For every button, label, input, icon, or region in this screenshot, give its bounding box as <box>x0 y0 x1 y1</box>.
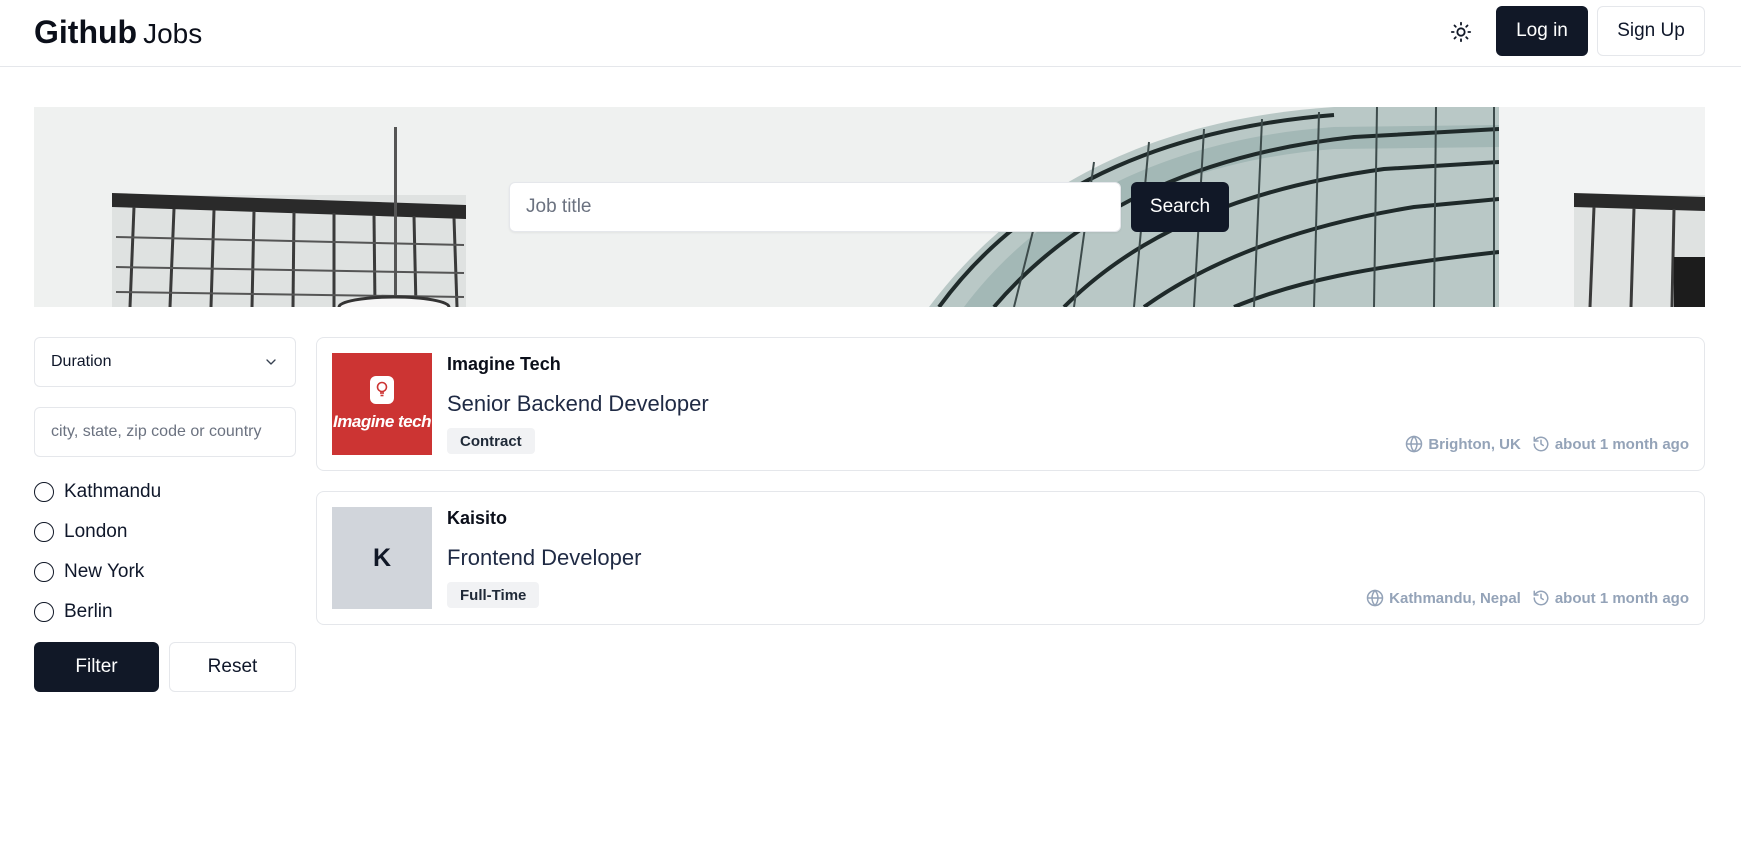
radio-button[interactable] <box>34 562 54 582</box>
job-posted-text: about 1 month ago <box>1554 589 1689 607</box>
job-type-badge: Contract <box>447 428 535 454</box>
site-logo[interactable]: Github Jobs <box>34 14 202 52</box>
location-input[interactable] <box>34 407 296 457</box>
company-name: Kaisito <box>447 508 508 528</box>
radio-button[interactable] <box>34 602 54 622</box>
lightbulb-icon <box>370 376 394 404</box>
duration-select[interactable]: Duration <box>34 337 296 387</box>
location-option-berlin[interactable]: Berlin <box>34 599 113 625</box>
job-card[interactable]: Imagine tech Imagine Tech Senior Backend… <box>316 337 1705 471</box>
location-option-label: Kathmandu <box>64 481 162 502</box>
login-button[interactable]: Log in <box>1496 6 1588 56</box>
search-button[interactable]: Search <box>1131 182 1229 232</box>
reset-button[interactable]: Reset <box>169 642 296 692</box>
filter-button[interactable]: Filter <box>34 642 159 692</box>
job-meta: Kathmandu, Nepal about 1 month ago <box>1366 589 1689 607</box>
history-icon <box>1533 436 1549 452</box>
company-name: Imagine Tech <box>447 354 561 374</box>
chevron-down-icon <box>266 359 276 365</box>
location-option-new-york[interactable]: New York <box>34 559 144 585</box>
location-option-label: New York <box>64 561 145 582</box>
radio-button[interactable] <box>34 482 54 502</box>
globe-icon <box>1406 435 1423 453</box>
history-icon <box>1533 590 1549 606</box>
job-card[interactable]: K Kaisito Frontend Developer Full-Time K… <box>316 491 1705 625</box>
location-option-kathmandu[interactable]: Kathmandu <box>34 479 161 505</box>
job-title[interactable]: Senior Backend Developer <box>447 391 709 417</box>
sun-icon <box>1450 21 1472 43</box>
job-posted: about 1 month ago <box>1532 589 1689 607</box>
job-title[interactable]: Frontend Developer <box>447 545 641 571</box>
location-option-london[interactable]: London <box>34 519 127 545</box>
signup-button[interactable]: Sign Up <box>1597 6 1705 56</box>
logo-bold-text: Github <box>34 14 138 50</box>
logo-light-text: Jobs <box>143 18 203 49</box>
location-option-label: Berlin <box>64 601 113 622</box>
radio-button[interactable] <box>34 522 54 542</box>
job-title-search-input[interactable] <box>509 182 1121 232</box>
globe-icon <box>1366 589 1384 607</box>
job-location: Kathmandu, Nepal <box>1366 589 1521 607</box>
job-posted: about 1 month ago <box>1532 435 1689 453</box>
company-logo-wordmark: Imagine tech <box>333 412 431 431</box>
job-location: Brighton, UK <box>1405 435 1521 453</box>
job-posted-text: about 1 month ago <box>1554 435 1689 453</box>
job-location-text: Kathmandu, Nepal <box>1389 589 1521 607</box>
job-meta: Brighton, UK about 1 month ago <box>1405 435 1689 453</box>
duration-select-value: Duration <box>51 353 112 370</box>
job-type-badge: Full-Time <box>447 582 540 608</box>
theme-toggle-button[interactable] <box>1448 16 1474 48</box>
right-building-illustration <box>1574 193 1705 307</box>
company-logo: K <box>332 507 432 609</box>
job-location-text: Brighton, UK <box>1428 435 1521 453</box>
location-option-label: London <box>64 521 128 542</box>
company-logo: Imagine tech <box>332 353 432 455</box>
top-nav: Github Jobs Log in Sign Up <box>0 0 1741 67</box>
